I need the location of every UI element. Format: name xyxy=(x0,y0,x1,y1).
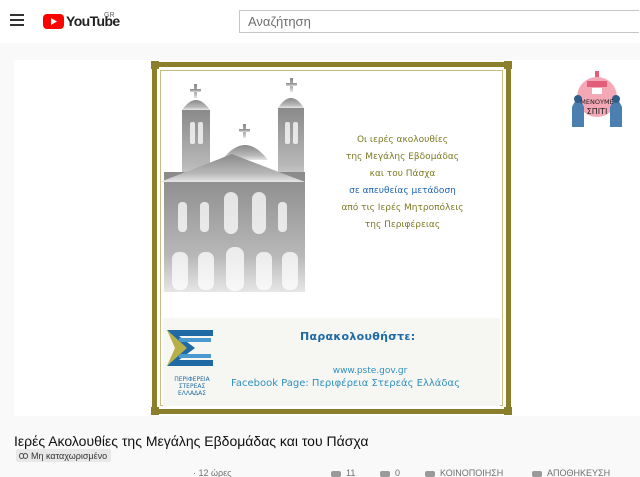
like-icon[interactable] xyxy=(331,471,341,477)
facebook-page-text: Facebook Page: Περιφέρεια Στερεάς Ελλάδα… xyxy=(231,378,460,389)
promo-line: από τις Ιερές Μητροπόλεις xyxy=(341,203,464,213)
masthead: YouTube GR xyxy=(0,0,640,43)
promo-line: και του Πάσχα xyxy=(369,169,436,179)
watch-label: Παρακολουθήστε: xyxy=(300,330,416,343)
promo-line: της Μεγάλης Εβδομάδας xyxy=(345,152,460,162)
share-icon[interactable] xyxy=(425,471,435,477)
stay-home-badge: ΜΕΝΟΥΜΕ ΣΠΙΤΙ xyxy=(572,71,622,127)
dislike-icon[interactable] xyxy=(380,471,390,477)
unlisted-badge: Μη καταχωρισμένο xyxy=(16,449,112,462)
view-date: · 12 ώρες xyxy=(193,468,232,477)
badge-text-top: ΜΕΝΟΥΜΕ xyxy=(580,98,613,106)
region-logo-text: ΠΕΡΙΦΕΡΕΙΑ ΣΤΕΡΕΑΣ ΕΛΛΑΔΑΣ xyxy=(174,376,210,397)
region-sigma-logo xyxy=(167,330,213,366)
website-text: www.pste.gov.gr xyxy=(332,366,408,376)
promo-line: της Περιφέρειας xyxy=(364,220,441,230)
search-input[interactable] xyxy=(240,11,639,32)
link-icon xyxy=(19,452,28,459)
save-icon[interactable] xyxy=(532,471,542,477)
promo-line: Οι ιερές ακολουθίες xyxy=(356,135,449,145)
actions-row: · 12 ώρες 11 0 ΚΟΙΝΟΠΟΙΗΣΗ ΑΠΟΘΗΚΕΥΣΗ xyxy=(0,468,640,477)
save-button[interactable]: ΑΠΟΘΗΚΕΥΣΗ xyxy=(547,468,610,477)
youtube-play-icon xyxy=(43,13,64,29)
video-title: Ιερές Ακολουθίες της Μεγάλης Εβδομάδας κ… xyxy=(14,433,369,449)
like-count: 11 xyxy=(346,468,356,477)
search-box[interactable] xyxy=(239,10,639,33)
privacy-label: Μη καταχωρισμένο xyxy=(31,450,108,461)
church-illustration xyxy=(160,78,305,292)
country-code: GR xyxy=(104,12,115,19)
promo-text: Οι ιερές ακολουθίες της Μεγάλης Εβδομάδα… xyxy=(315,132,490,234)
badge-text-bottom: ΣΠΙΤΙ xyxy=(587,107,608,116)
menu-icon[interactable] xyxy=(10,14,24,26)
promo-line-highlight: σε απευθείας μετάδοση xyxy=(349,186,456,196)
dislike-count: 0 xyxy=(395,468,401,477)
share-button[interactable]: ΚΟΙΝΟΠΟΙΗΣΗ xyxy=(440,468,503,477)
